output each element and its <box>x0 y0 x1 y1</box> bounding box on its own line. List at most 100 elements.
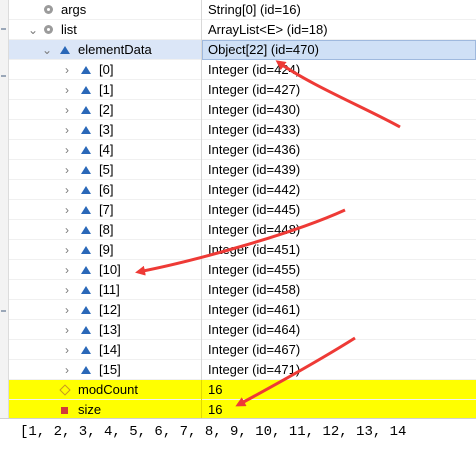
variable-name: [5] <box>99 162 114 177</box>
field-triangle-icon <box>81 140 93 160</box>
field-triangle-icon <box>81 280 93 300</box>
local-variable-icon <box>43 20 55 40</box>
variable-value: 16 <box>208 402 223 417</box>
gutter-marker <box>1 28 6 30</box>
tree-row-element[interactable]: › [4] Integer (id=436) <box>9 140 476 160</box>
variable-value: Integer (id=424) <box>208 62 301 77</box>
tree-row-element[interactable]: › [12] Integer (id=461) <box>9 300 476 320</box>
chevron-right-icon[interactable]: › <box>61 60 73 80</box>
variable-name: [8] <box>99 222 114 237</box>
chevron-right-icon[interactable]: › <box>61 240 73 260</box>
field-triangle-icon <box>81 180 93 200</box>
variable-name: [3] <box>99 122 114 137</box>
variable-value: Integer (id=461) <box>208 302 301 317</box>
variable-value: Integer (id=455) <box>208 262 301 277</box>
gutter-marker <box>1 310 6 312</box>
tree-row-args[interactable]: args String[0] (id=16) <box>9 0 476 20</box>
tree-row-element[interactable]: › [13] Integer (id=464) <box>9 320 476 340</box>
variable-value: Integer (id=451) <box>208 242 301 257</box>
variable-name: [2] <box>99 102 114 117</box>
tree-row-list[interactable]: ⌄ list ArrayList<E> (id=18) <box>9 20 476 40</box>
field-triangle-icon <box>81 120 93 140</box>
tree-row-element[interactable]: › [11] Integer (id=458) <box>9 280 476 300</box>
variable-name: [13] <box>99 322 121 337</box>
tree-row-elementdata[interactable]: ⌄ elementData Object[22] (id=470) <box>9 40 476 60</box>
local-variable-icon <box>43 0 55 20</box>
variable-name: [11] <box>99 282 120 297</box>
tree-row-element[interactable]: › [3] Integer (id=433) <box>9 120 476 140</box>
console-output: [1, 2, 3, 4, 5, 6, 7, 8, 9, 10, 11, 12, … <box>0 418 476 451</box>
chevron-right-icon[interactable]: › <box>61 140 73 160</box>
field-triangle-icon <box>81 160 93 180</box>
variable-value: Integer (id=471) <box>208 362 301 377</box>
variable-value: Integer (id=458) <box>208 282 301 297</box>
variable-name: modCount <box>78 382 138 397</box>
chevron-right-icon[interactable]: › <box>61 200 73 220</box>
chevron-right-icon[interactable]: › <box>61 320 73 340</box>
field-triangle-icon <box>81 60 93 80</box>
chevron-right-icon[interactable]: › <box>61 80 73 100</box>
variable-name: [4] <box>99 142 114 157</box>
chevron-right-icon[interactable]: › <box>61 120 73 140</box>
chevron-down-icon[interactable]: ⌄ <box>27 20 39 40</box>
field-triangle-icon <box>81 100 93 120</box>
tree-row-element[interactable]: › [14] Integer (id=467) <box>9 340 476 360</box>
field-triangle-icon <box>81 80 93 100</box>
chevron-right-icon[interactable]: › <box>61 260 73 280</box>
gutter-marker <box>1 75 6 77</box>
variable-name: list <box>61 22 77 37</box>
chevron-right-icon[interactable]: › <box>61 300 73 320</box>
tree-row-element[interactable]: › [10] Integer (id=455) <box>9 260 476 280</box>
chevron-right-icon[interactable]: › <box>61 340 73 360</box>
variable-value: 16 <box>208 382 223 397</box>
tree-row-element[interactable]: › [1] Integer (id=427) <box>9 80 476 100</box>
variable-value: Integer (id=439) <box>208 162 301 177</box>
chevron-right-icon[interactable]: › <box>61 360 73 380</box>
variable-value: Integer (id=467) <box>208 342 301 357</box>
field-square-icon <box>60 400 72 420</box>
variable-name: [7] <box>99 202 114 217</box>
field-diamond-icon <box>59 380 72 400</box>
tree-row-element[interactable]: › [6] Integer (id=442) <box>9 180 476 200</box>
variable-value: Integer (id=464) <box>208 322 301 337</box>
chevron-right-icon[interactable]: › <box>61 180 73 200</box>
tree-row-element[interactable]: › [8] Integer (id=448) <box>9 220 476 240</box>
variable-value: Integer (id=430) <box>208 102 301 117</box>
tree-row-modcount[interactable]: modCount 16 <box>9 380 476 400</box>
variable-value: String[0] (id=16) <box>208 2 301 17</box>
variables-tree: args String[0] (id=16) ⌄ list ArrayList<… <box>9 0 476 420</box>
tree-row-element[interactable]: › [15] Integer (id=471) <box>9 360 476 380</box>
chevron-right-icon[interactable]: › <box>61 280 73 300</box>
variable-value: Integer (id=442) <box>208 182 301 197</box>
tree-row-size[interactable]: size 16 <box>9 400 476 420</box>
field-triangle-icon <box>81 360 93 380</box>
tree-row-element[interactable]: › [9] Integer (id=451) <box>9 240 476 260</box>
variable-value: Integer (id=436) <box>208 142 301 157</box>
variable-name: elementData <box>78 42 152 57</box>
field-triangle-icon <box>81 320 93 340</box>
variable-name: [14] <box>99 342 121 357</box>
chevron-right-icon[interactable]: › <box>61 100 73 120</box>
field-triangle-icon <box>81 340 93 360</box>
field-triangle-icon <box>81 300 93 320</box>
variable-name: [15] <box>99 362 121 377</box>
field-triangle-icon <box>81 240 93 260</box>
tree-row-element[interactable]: › [5] Integer (id=439) <box>9 160 476 180</box>
tree-row-element[interactable]: › [7] Integer (id=445) <box>9 200 476 220</box>
chevron-right-icon[interactable]: › <box>61 160 73 180</box>
variable-name: size <box>78 402 102 417</box>
variable-value: ArrayList<E> (id=18) <box>208 22 328 37</box>
tree-row-element[interactable]: › [2] Integer (id=430) <box>9 100 476 120</box>
variable-name: [6] <box>99 182 114 197</box>
field-triangle-icon <box>60 40 72 60</box>
variable-name: [1] <box>99 82 114 97</box>
variable-value: Integer (id=448) <box>208 222 301 237</box>
chevron-down-icon[interactable]: ⌄ <box>41 40 53 60</box>
field-triangle-icon <box>81 220 93 240</box>
tree-row-element[interactable]: › [0] Integer (id=424) <box>9 60 476 80</box>
field-triangle-icon <box>81 260 93 280</box>
variable-name: args <box>61 2 87 17</box>
variable-value: Integer (id=427) <box>208 82 301 97</box>
editor-gutter <box>0 0 9 418</box>
chevron-right-icon[interactable]: › <box>61 220 73 240</box>
